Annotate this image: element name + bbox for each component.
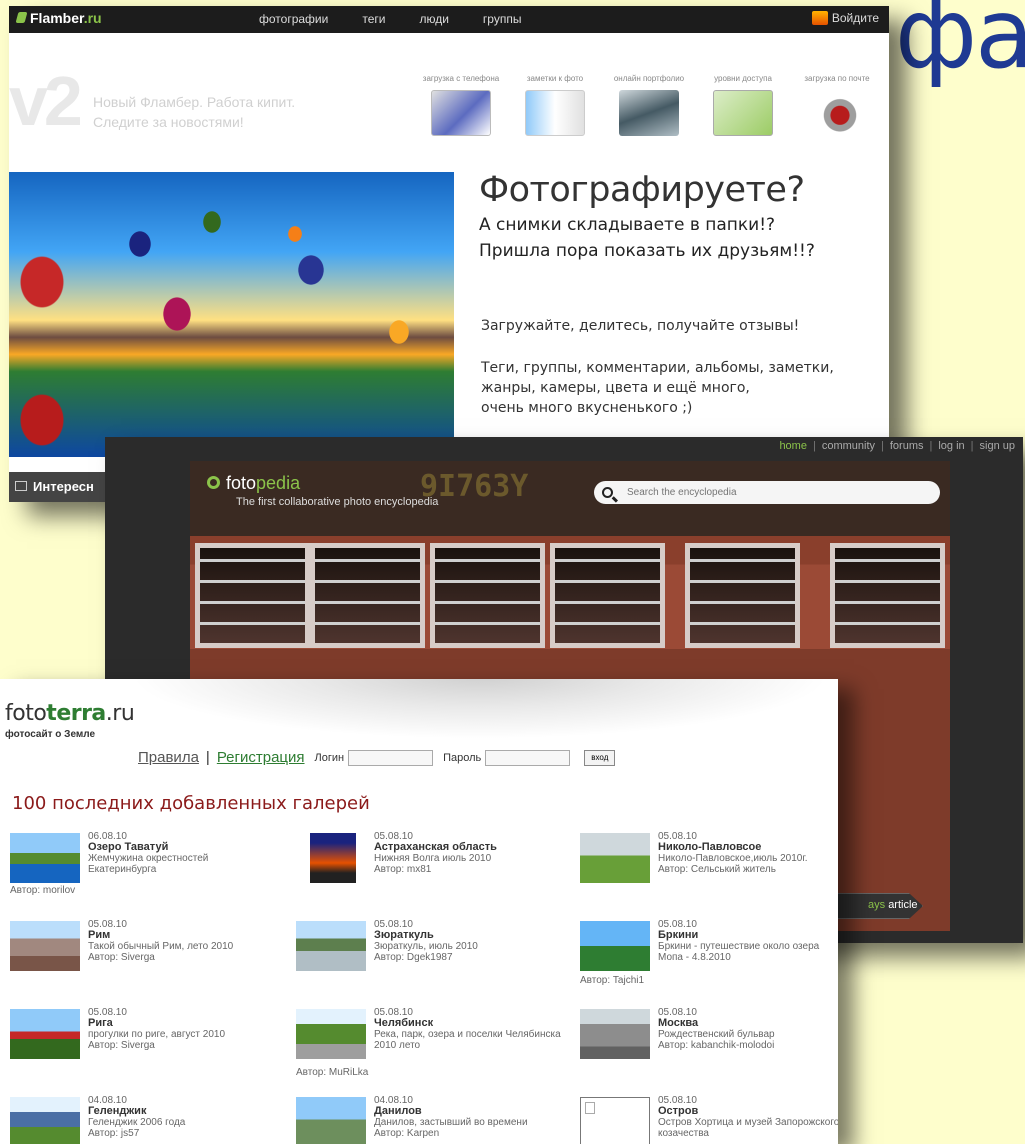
search-input[interactable] bbox=[627, 487, 927, 498]
access-levels-icon bbox=[713, 90, 773, 136]
gallery-thumbnail[interactable] bbox=[580, 1097, 650, 1144]
portfolio-icon bbox=[619, 90, 679, 136]
flamber-features-text: Теги, группы, комментарии, альбомы, заме… bbox=[481, 360, 834, 416]
nav-signup[interactable]: sign up bbox=[980, 440, 1015, 452]
search-icon bbox=[602, 487, 613, 498]
gallery-thumbnail[interactable] bbox=[310, 833, 356, 883]
gallery-thumbnail[interactable] bbox=[296, 921, 366, 971]
feature-mail-upload[interactable]: загрузка по почте bbox=[790, 74, 884, 136]
flamber-hero-balloons-image bbox=[9, 172, 454, 457]
slide-title: фа bbox=[895, 0, 1025, 90]
gallery-thumbnail[interactable] bbox=[580, 1009, 650, 1059]
gallery-thumbnail[interactable] bbox=[296, 1009, 366, 1059]
flamber-logo[interactable]: Flamber.ru bbox=[15, 10, 102, 26]
flamber-login-link[interactable]: Войдите bbox=[811, 11, 879, 25]
gallery-item[interactable]: 05.08.10 Николо-Павловсое Николо-Павловско… bbox=[580, 831, 838, 921]
fototerra-logo[interactable]: fototerra.ru bbox=[5, 701, 135, 726]
register-link[interactable]: Регистрация bbox=[217, 749, 305, 766]
train-number: 9I763Y bbox=[420, 469, 529, 504]
nav-community[interactable]: community bbox=[822, 440, 875, 452]
flamber-logo-icon bbox=[15, 12, 28, 23]
flamber-screenshot: Flamber.ru фотографии теги люди группы В… bbox=[9, 6, 889, 502]
flamber-top-bar: Flamber.ru фотографии теги люди группы В… bbox=[9, 6, 889, 33]
feature-phone-upload[interactable]: загрузка с телефона bbox=[414, 74, 508, 136]
fotopedia-logo[interactable]: fotopedia bbox=[207, 473, 300, 494]
fotopedia-search-box[interactable] bbox=[594, 481, 940, 504]
train-window bbox=[195, 543, 310, 648]
login-button[interactable]: вход bbox=[584, 749, 616, 766]
gallery-thumbnail[interactable] bbox=[580, 921, 650, 971]
fototerra-login-bar: Правила | Регистрация Логин Пароль вход bbox=[138, 749, 616, 766]
train-window bbox=[685, 543, 800, 648]
train-window bbox=[550, 543, 665, 648]
gallery-thumbnail[interactable] bbox=[10, 1009, 80, 1059]
gallery-heading: 100 последних добавленных галерей bbox=[12, 793, 370, 814]
train-window bbox=[830, 543, 945, 648]
flamber-v2-mark: v2 bbox=[9, 62, 83, 140]
gallery-thumbnail[interactable] bbox=[10, 921, 80, 971]
login-label: Логин bbox=[314, 751, 345, 764]
nav-login[interactable]: log in bbox=[938, 440, 964, 452]
gallery-item[interactable]: 05.08.10 Москва Рождественский бульвар Авто… bbox=[580, 1007, 838, 1097]
fotopedia-article-button[interactable]: ays article bbox=[829, 893, 923, 919]
feature-access-levels[interactable]: уровни доступа bbox=[696, 74, 790, 136]
nav-tags[interactable]: теги bbox=[362, 12, 385, 26]
gallery-thumbnail[interactable] bbox=[580, 833, 650, 883]
login-icon bbox=[811, 11, 828, 25]
password-input[interactable] bbox=[485, 749, 571, 766]
fotopedia-logo-icon bbox=[207, 476, 220, 489]
gallery-item[interactable]: 05.08.10 Рим Такой обычный Рим, лето 2010 А… bbox=[10, 919, 280, 1009]
login-input[interactable] bbox=[348, 749, 434, 766]
nav-photos[interactable]: фотографии bbox=[259, 12, 328, 26]
gallery-thumbnail[interactable] bbox=[296, 1097, 366, 1144]
header-swoosh bbox=[130, 679, 830, 739]
flamber-news: Новый Фламбер. Работа кипит. Следите за … bbox=[93, 94, 296, 130]
gallery-item[interactable]: 05.08.10 Челябинск Река, парк, озера и пос… bbox=[296, 1007, 566, 1097]
nav-home[interactable]: home bbox=[779, 440, 807, 452]
flamber-features: загрузка с телефона заметки к фото онлай… bbox=[414, 74, 884, 136]
gallery-item[interactable]: 04.08.10 Геленджик Геленджик 2006 года Авто… bbox=[10, 1095, 280, 1144]
nav-groups[interactable]: группы bbox=[483, 12, 522, 26]
gallery-item[interactable]: 05.08.10 Зюраткуль Зюраткуль, июль 2010 Авт… bbox=[296, 919, 566, 1009]
train-window bbox=[310, 543, 425, 648]
nav-forums[interactable]: forums bbox=[890, 440, 924, 452]
nav-people[interactable]: люди bbox=[419, 12, 448, 26]
flamber-tagline: Загружайте, делитесь, получайте отзывы! bbox=[481, 318, 800, 334]
gallery-thumbnail[interactable] bbox=[10, 833, 80, 883]
gallery-item[interactable]: 05.08.10 Рига прогулки по риге, август 201… bbox=[10, 1007, 280, 1097]
train-window bbox=[430, 543, 545, 648]
gallery-item[interactable]: 06.08.10 Озеро Таватуй Жемчужина окрестнос… bbox=[10, 831, 280, 921]
gallery-item[interactable]: 05.08.10 Остров Остров Хортица и музей Зап… bbox=[580, 1095, 838, 1144]
flamber-headline: Фотографируете? А снимки складываете в п… bbox=[479, 170, 815, 261]
fotopedia-tagline: The first collaborative photo encycloped… bbox=[236, 496, 439, 508]
gallery-item[interactable]: 05.08.10 Бркини Бркини - путешествие около… bbox=[580, 919, 838, 1009]
flamber-nav: фотографии теги люди группы bbox=[259, 12, 521, 26]
gallery-item[interactable]: 04.08.10 Данилов Данилов, застывший во вре… bbox=[296, 1095, 566, 1144]
feature-photo-notes[interactable]: заметки к фото bbox=[508, 74, 602, 136]
password-label: Пароль bbox=[443, 751, 482, 764]
feature-online-portfolio[interactable]: онлайн портфолио bbox=[602, 74, 696, 136]
broken-image-icon bbox=[585, 1102, 595, 1114]
photo-notes-icon bbox=[525, 90, 585, 136]
tab-icon bbox=[15, 481, 27, 491]
rules-link[interactable]: Правила bbox=[138, 749, 199, 766]
gallery-item[interactable]: 05.08.10 Астраханская область Нижняя Волга… bbox=[296, 831, 566, 921]
phone-upload-icon bbox=[431, 90, 491, 136]
fototerra-screenshot: fototerra.ru фотосайт о Земле Правила | … bbox=[0, 679, 838, 1144]
mailbox-icon bbox=[807, 90, 867, 136]
fototerra-subtitle: фотосайт о Земле bbox=[5, 729, 96, 740]
fotopedia-top-nav: home | community | forums | log in | sign up bbox=[779, 440, 1015, 452]
gallery-thumbnail[interactable] bbox=[10, 1097, 80, 1144]
